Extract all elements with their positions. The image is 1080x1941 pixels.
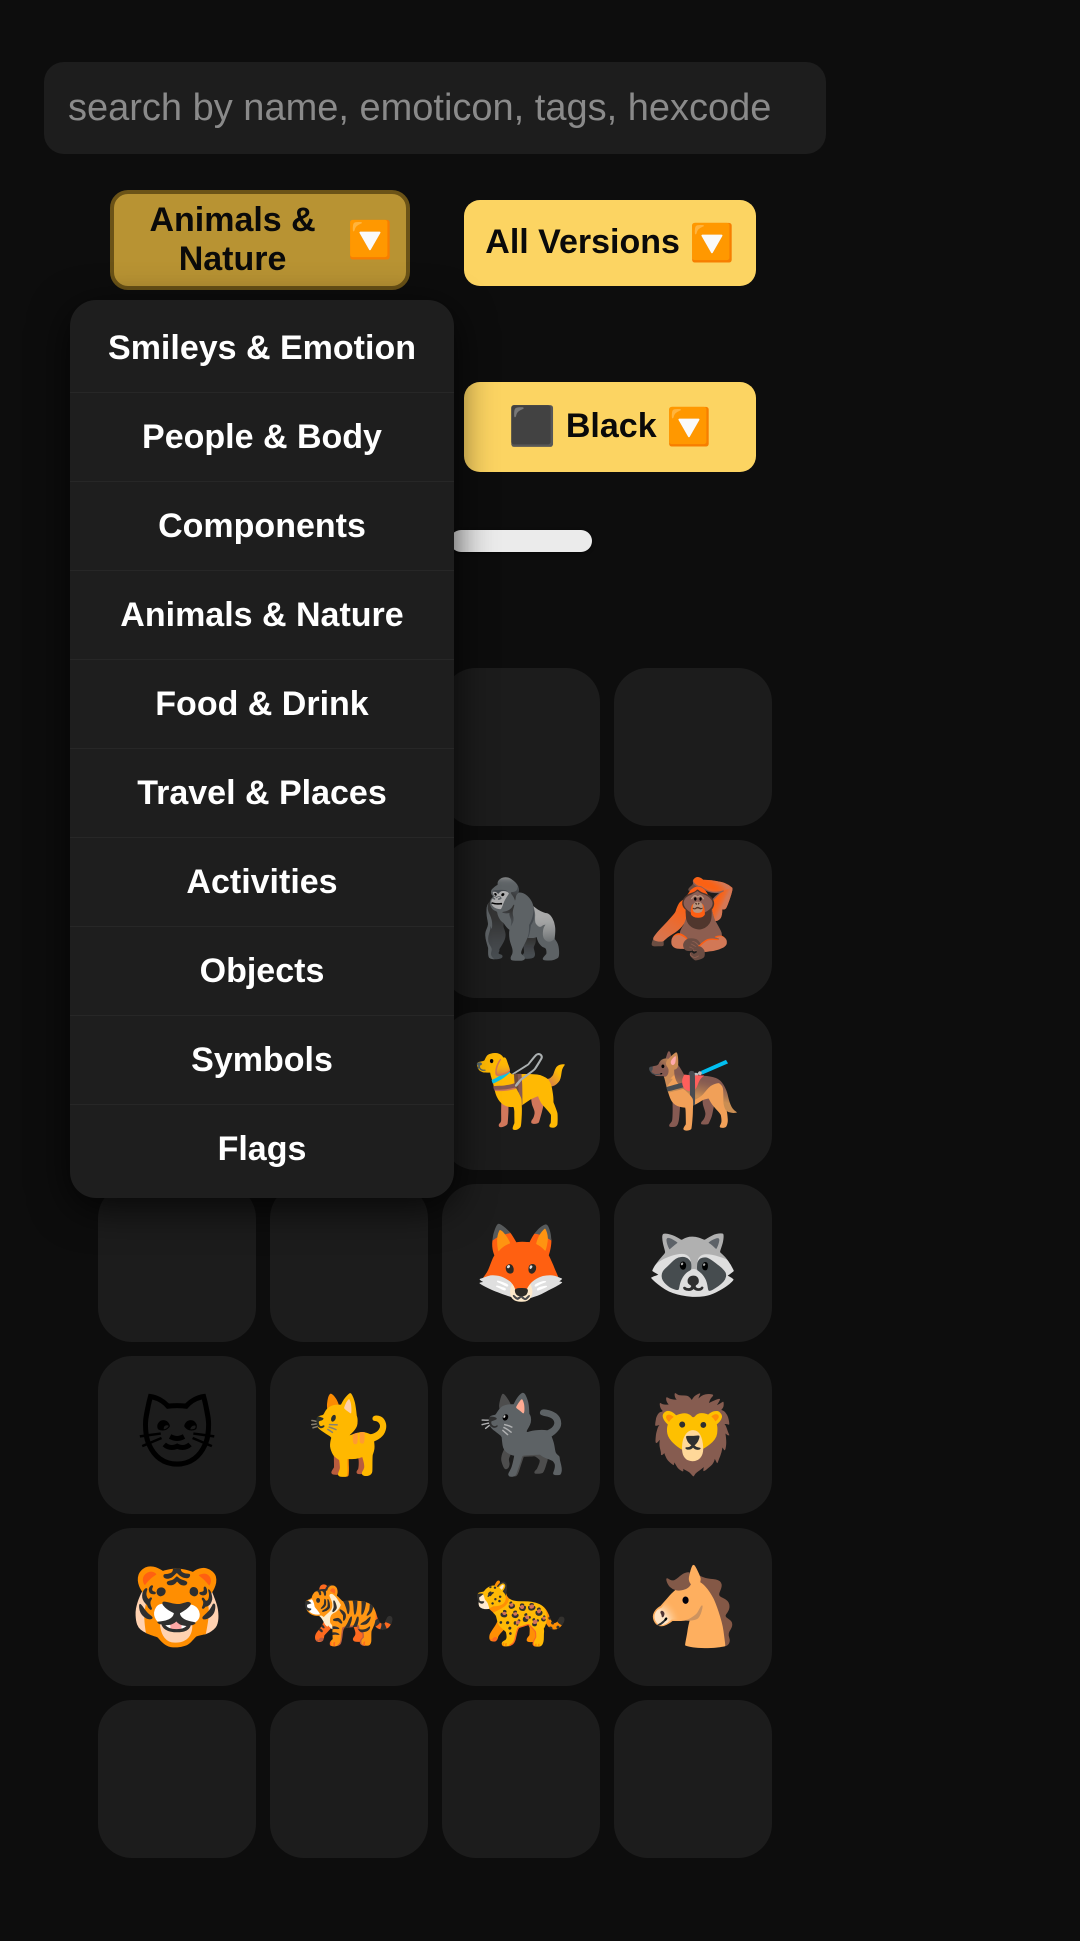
color-filter-label: Black bbox=[565, 407, 657, 446]
emoji-cell-emoji-partial-2[interactable] bbox=[270, 1700, 428, 1858]
category-dropdown-menu: Smileys & Emotion People & Body Components… bbox=[70, 300, 454, 1198]
emoji-cell-fox[interactable]: 🦊 bbox=[442, 1184, 600, 1342]
dropdown-item-smileys-and-emotion[interactable]: Smileys & Emotion bbox=[70, 304, 454, 393]
emoji-cell-emoji-hidden-10[interactable] bbox=[270, 1184, 428, 1342]
emoji-cell-cat-face[interactable]: 🐱 bbox=[98, 1356, 256, 1514]
emoji-cell-tiger-face[interactable]: 🐯 bbox=[98, 1528, 256, 1686]
emoji-cell-emoji-partial-3[interactable] bbox=[442, 1700, 600, 1858]
emoji-cell-tiger[interactable]: 🐅 bbox=[270, 1528, 428, 1686]
emoji-cell-lion[interactable]: 🦁 bbox=[614, 1356, 772, 1514]
dropdown-item-animals-and-nature[interactable]: Animals & Nature bbox=[70, 571, 454, 660]
emoji-cell-horse-face[interactable]: 🐴 bbox=[614, 1528, 772, 1686]
dropdown-item-objects[interactable]: Objects bbox=[70, 927, 454, 1016]
dropdown-item-travel-and-places[interactable]: Travel & Places bbox=[70, 749, 454, 838]
category-filter-button[interactable]: Animals & Nature 🔽 bbox=[110, 190, 410, 290]
chevron-down-icon: 🔽 bbox=[347, 219, 393, 260]
dropdown-item-flags[interactable]: Flags bbox=[70, 1105, 454, 1194]
chevron-down-icon: 🔽 bbox=[689, 222, 735, 263]
emoji-cell-emoji-partial-1[interactable] bbox=[98, 1700, 256, 1858]
search-bar[interactable] bbox=[44, 62, 826, 154]
emoji-cell-cat[interactable]: 🐈 bbox=[270, 1356, 428, 1514]
versions-filter-button[interactable]: All Versions 🔽 bbox=[464, 200, 756, 286]
search-input[interactable] bbox=[44, 62, 826, 154]
size-slider[interactable] bbox=[450, 530, 592, 552]
emoji-cell-orangutan[interactable]: 🦧 bbox=[614, 840, 772, 998]
chevron-down-icon: 🔽 bbox=[666, 406, 712, 447]
emoji-cell-raccoon[interactable]: 🦝 bbox=[614, 1184, 772, 1342]
versions-filter-label: All Versions bbox=[485, 223, 680, 262]
emoji-cell-emoji-partial-4[interactable] bbox=[614, 1700, 772, 1858]
emoji-cell-emoji-hidden-9[interactable] bbox=[98, 1184, 256, 1342]
dropdown-item-food-and-drink[interactable]: Food & Drink bbox=[70, 660, 454, 749]
dropdown-item-people-and-body[interactable]: People & Body bbox=[70, 393, 454, 482]
emoji-cell-service-dog[interactable]: 🐕‍🦺 bbox=[614, 1012, 772, 1170]
emoji-cell-emoji-hidden-4[interactable] bbox=[614, 668, 772, 826]
emoji-cell-black-cat[interactable]: 🐈‍⬛ bbox=[442, 1356, 600, 1514]
dropdown-item-activities[interactable]: Activities bbox=[70, 838, 454, 927]
color-filter-button[interactable]: ⬛ Black 🔽 bbox=[464, 382, 756, 472]
emoji-cell-guide-dog[interactable]: 🦮 bbox=[442, 1012, 600, 1170]
dropdown-item-symbols[interactable]: Symbols bbox=[70, 1016, 454, 1105]
emoji-cell-leopard[interactable]: 🐆 bbox=[442, 1528, 600, 1686]
category-filter-label: Animals & Nature bbox=[149, 200, 316, 278]
emoji-cell-gorilla[interactable]: 🦍 bbox=[442, 840, 600, 998]
emoji-cell-emoji-hidden-3[interactable] bbox=[442, 668, 600, 826]
dropdown-item-components[interactable]: Components bbox=[70, 482, 454, 571]
color-swatch-icon: ⬛ bbox=[508, 406, 556, 448]
